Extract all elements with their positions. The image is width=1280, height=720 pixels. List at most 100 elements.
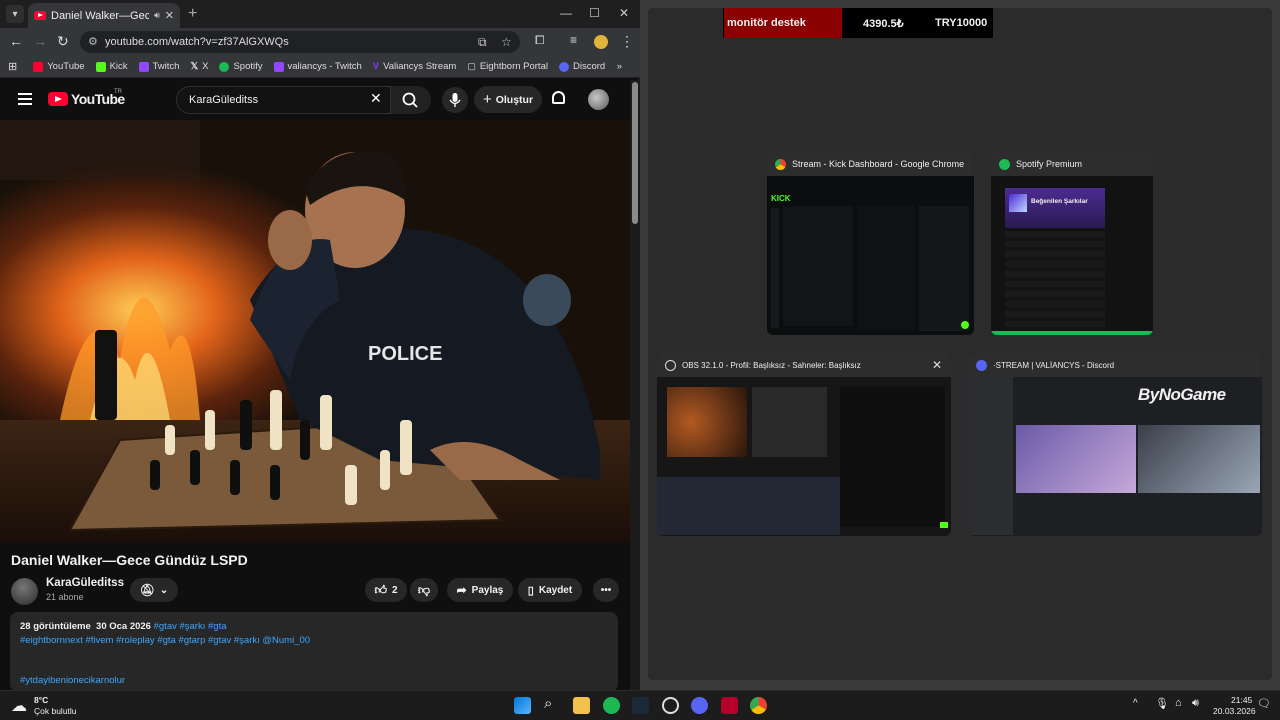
create-button[interactable]: + Oluştur — [474, 86, 542, 113]
profile-avatar[interactable] — [594, 35, 608, 49]
search-input[interactable]: KaraGüleditss — [176, 86, 391, 114]
tray-chevron-icon[interactable]: ^ — [1133, 698, 1138, 709]
more-horizontal-icon: ••• — [600, 584, 612, 596]
active-tab[interactable]: Daniel Walker—Gece Gündüz LSPD 🔊︎ ✕ — [28, 3, 180, 28]
window-thumbnail-discord[interactable]: ·STREAM | VALİANCYS - Discord ByNoGame — [968, 353, 1262, 536]
bookmark-youtube[interactable]: YouTube — [33, 61, 85, 72]
notification-center-icon[interactable]: 🗨︎ — [1257, 697, 1271, 710]
bookmark-eightborn[interactable]: ▢ Eightborn Portal — [467, 61, 548, 72]
menu-kebab-icon[interactable]: ⋮ — [620, 33, 634, 50]
tray-network-icon[interactable]: ⌂ — [1175, 697, 1182, 709]
clock-time[interactable]: 21:45 — [1231, 695, 1252, 705]
like-button[interactable]: 👍︎ 2 — [365, 578, 407, 602]
donation-ticker: monitör destek 4390.5₺ TRY10000 — [723, 8, 993, 38]
app-icon-red[interactable] — [721, 697, 738, 714]
dislike-button[interactable]: 👎︎ — [410, 578, 438, 602]
ticker-goal: TRY10000 — [935, 17, 988, 29]
tray-mic-icon[interactable]: 🎙︎ — [1155, 697, 1169, 710]
steam-icon[interactable] — [632, 697, 649, 714]
minimize-button[interactable]: — — [560, 6, 572, 20]
view-count: 28 görüntüleme — [20, 621, 91, 632]
webcam-tile-1 — [1016, 425, 1136, 493]
twitch-icon — [138, 61, 149, 72]
tab-close-icon[interactable]: ✕ — [165, 9, 174, 22]
scrollbar-thumb[interactable] — [632, 82, 638, 224]
hashtags-top[interactable]: #gtav #şarkı #gta — [154, 621, 227, 632]
weather-temp[interactable]: 8°C — [34, 695, 48, 705]
hamburger-menu-icon[interactable] — [18, 93, 32, 105]
chevron-down-icon: ⌄ — [159, 584, 169, 596]
bookmark-x[interactable]: 𝕏X — [190, 61, 208, 72]
maximize-button[interactable]: ☐ — [589, 6, 600, 20]
search-icon[interactable]: ⌕ — [544, 695, 552, 712]
share-button[interactable]: ➦ Paylaş — [447, 578, 513, 602]
window-thumbnail-spotify[interactable]: Spotify Premium Beğenilen Şarkılar — [991, 152, 1153, 335]
task-view-area — [648, 8, 1272, 680]
clear-search-icon[interactable]: ✕ — [370, 90, 382, 107]
x-icon: 𝕏 — [190, 61, 199, 72]
discord-icon — [976, 359, 987, 371]
close-thumbnail-icon[interactable]: ✕ — [932, 358, 942, 372]
channel-name[interactable]: KaraGüleditss — [46, 577, 124, 589]
bookmark-star-icon[interactable]: ☆ — [501, 35, 512, 49]
reload-icon[interactable]: ↻ — [57, 33, 69, 50]
spotify-taskbar-icon[interactable] — [603, 697, 620, 714]
weather-cloud-icon[interactable]: ☁︎ — [11, 696, 27, 716]
speaker-icon[interactable]: 🔊︎ — [154, 10, 160, 21]
media-controls-icon[interactable]: ≡ — [570, 33, 577, 47]
tab-search-button[interactable]: ▾ — [6, 5, 24, 23]
bell-off-icon: 🔕︎ — [139, 583, 155, 597]
site-info-icon[interactable]: ⚙︎ — [88, 35, 98, 48]
discord-taskbar-icon[interactable] — [691, 697, 708, 714]
channel-avatar[interactable] — [11, 578, 38, 605]
back-icon[interactable]: ← — [9, 33, 23, 49]
youtube-header: YouTube TR KaraGüleditss ✕ + Oluştur — [0, 80, 630, 120]
browser-toolbar: ← → ↻ ⚙︎ youtube.com/watch?v=zf37AlGXWQs… — [0, 28, 640, 56]
install-app-icon[interactable]: ⧉ — [478, 35, 487, 50]
extensions-icon[interactable]: ⧠ — [535, 33, 545, 48]
start-windows-icon[interactable] — [514, 697, 531, 714]
page-scrollbar[interactable] — [630, 80, 640, 690]
obs-icon — [665, 359, 676, 371]
youtube-icon — [33, 61, 44, 72]
tray-volume-icon[interactable]: 🔊︎ — [1192, 697, 1199, 710]
more-actions-button[interactable]: ••• — [593, 578, 619, 602]
hashtags-line[interactable]: #eightbornnext #fivem #roleplay #gta #gt… — [20, 634, 608, 648]
forward-icon[interactable]: → — [33, 33, 47, 49]
subscription-notification-button[interactable]: 🔕︎ ⌄ — [130, 578, 178, 602]
user-avatar[interactable] — [588, 89, 609, 110]
webcam-tile-2 — [1138, 425, 1260, 493]
window-thumbnail-kick[interactable]: Stream - Kick Dashboard - Google Chrome … — [767, 152, 974, 335]
weather-desc[interactable]: Çok bulutlu — [34, 706, 77, 716]
liked-songs-cover — [1009, 194, 1027, 212]
hashtag-extra[interactable]: #ytdayibenionecikarnolur — [20, 674, 608, 688]
bookmark-discord[interactable]: Discord — [558, 61, 605, 72]
bookmark-valiancys-stream[interactable]: V Valiancys Stream — [373, 61, 457, 72]
save-button[interactable]: ▯ Kaydet — [518, 578, 582, 602]
new-tab-button[interactable]: + — [188, 5, 197, 23]
more-bookmarks-icon[interactable]: » — [617, 61, 622, 72]
clock-date[interactable]: 20.03.2026 — [1213, 706, 1256, 716]
chrome-taskbar-icon[interactable] — [750, 697, 767, 714]
tab-strip: ▾ Daniel Walker—Gece Gündüz LSPD 🔊︎ ✕ + … — [0, 0, 640, 28]
video-description[interactable]: 28 görüntüleme 30 Oca 2026 #gtav #şarkı … — [10, 612, 618, 692]
notifications-bell-icon[interactable] — [552, 91, 565, 104]
browser-window: ▾ Daniel Walker—Gece Gündüz LSPD 🔊︎ ✕ + … — [0, 0, 640, 692]
bookmark-kick[interactable]: Kick — [95, 61, 128, 72]
video-player[interactable]: POLICE — [0, 120, 630, 542]
voice-search-button[interactable] — [442, 87, 468, 113]
bookmark-twitch[interactable]: Twitch — [138, 61, 179, 72]
search-button[interactable] — [391, 86, 431, 114]
file-explorer-icon[interactable] — [573, 697, 590, 714]
obs-taskbar-icon[interactable] — [662, 697, 679, 714]
apps-grid-icon[interactable]: ⊞ — [8, 60, 17, 73]
bookmark-valiancys-twitch[interactable]: valiancys - Twitch — [273, 61, 362, 72]
ticker-amount: 4390.5₺ — [863, 18, 904, 30]
close-window-button[interactable]: ✕ — [619, 6, 629, 20]
address-bar[interactable]: ⚙︎ youtube.com/watch?v=zf37AlGXWQs ⧉ ☆ — [80, 31, 520, 53]
youtube-logo-icon[interactable] — [48, 92, 68, 106]
bookmark-spotify[interactable]: Spotify — [219, 61, 263, 72]
window-thumbnail-obs[interactable]: OBS 32.1.0 - Profil: Başlıksız - Sahnele… — [657, 353, 951, 536]
police-badge-text: POLICE — [368, 343, 442, 365]
tab-title: Daniel Walker—Gece Gündüz LSPD — [51, 9, 150, 22]
